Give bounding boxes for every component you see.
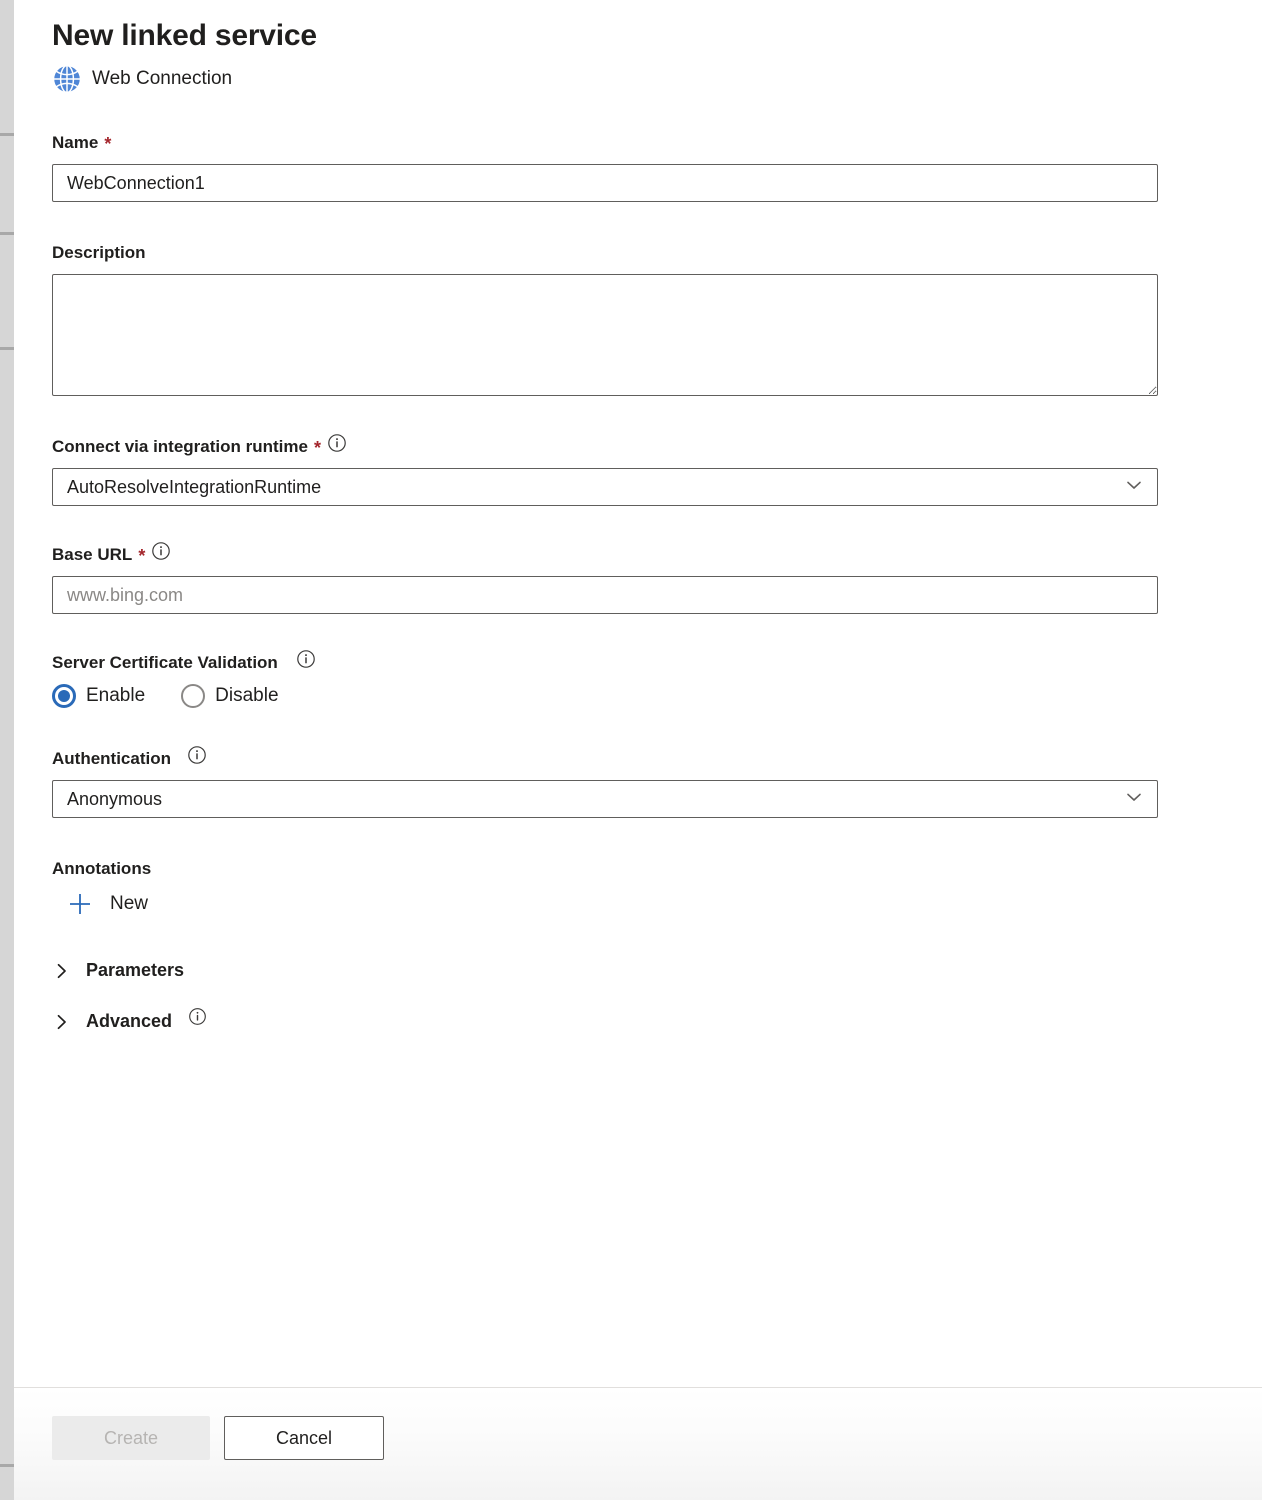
field-description-label-row: Description — [52, 242, 1262, 264]
field-scv-label-row: Server Certificate Validation — [52, 650, 1262, 674]
chevron-right-icon — [52, 961, 72, 981]
scv-radio-group: Enable Disable — [52, 684, 1262, 708]
scv-radio-enable[interactable]: Enable — [52, 684, 145, 708]
chevron-down-icon — [1123, 474, 1145, 501]
scv-radio-enable-label: Enable — [86, 685, 146, 706]
info-icon[interactable] — [296, 650, 316, 673]
add-annotation-button[interactable]: New — [66, 890, 148, 918]
radio-indicator — [181, 684, 206, 708]
integration-runtime-value: AutoResolveIntegrationRuntime — [67, 476, 322, 497]
field-name: Name * — [52, 132, 1262, 202]
integration-runtime-select[interactable]: AutoResolveIntegrationRuntime — [52, 468, 1158, 506]
scv-radio-disable[interactable]: Disable — [181, 684, 279, 708]
form-scroll-area: New linked service Web Connection Name *… — [14, 0, 1262, 1387]
chevron-down-icon — [1123, 786, 1145, 813]
new-linked-service-panel: New linked service Web Connection Name *… — [14, 0, 1262, 1500]
panel-edge-tick — [0, 133, 14, 136]
field-server-certificate-validation: Server Certificate Validation Enable Dis… — [52, 650, 1262, 708]
panel-edge-tick — [0, 1464, 14, 1467]
field-annotations-label: Annotations — [52, 859, 152, 878]
info-icon[interactable] — [188, 1008, 207, 1031]
panel-footer: Create Cancel — [14, 1388, 1262, 1500]
section-toggle-parameters[interactable]: Parameters — [52, 960, 184, 981]
field-annotations-label-row: Annotations — [52, 858, 1262, 880]
section-label-advanced: Advanced — [86, 1011, 173, 1031]
create-button[interactable]: Create — [52, 1416, 210, 1460]
authentication-value: Anonymous — [67, 788, 163, 809]
field-integration-runtime: Connect via integration runtime * AutoRe… — [52, 434, 1262, 506]
scv-radio-disable-label: Disable — [215, 685, 279, 706]
info-icon[interactable] — [327, 434, 347, 457]
base-url-input[interactable] — [52, 576, 1158, 614]
info-icon[interactable] — [151, 542, 171, 565]
field-integration-runtime-label: Connect via integration runtime — [52, 437, 308, 456]
field-authentication-label: Authentication — [52, 749, 171, 768]
service-type-label: Web Connection — [92, 68, 233, 89]
required-marker: * — [104, 134, 112, 154]
info-icon[interactable] — [187, 746, 207, 769]
authentication-select[interactable]: Anonymous — [52, 780, 1158, 818]
add-annotation-label: New — [110, 893, 149, 914]
field-name-label-row: Name * — [52, 132, 1262, 154]
adjacent-panel-edge — [0, 0, 14, 1500]
cancel-button[interactable]: Cancel — [224, 1416, 384, 1460]
field-base-url: Base URL * — [52, 542, 1262, 614]
field-authentication-label-row: Authentication — [52, 746, 1262, 770]
field-base-url-label-row: Base URL * — [52, 542, 1262, 566]
section-label-parameters: Parameters — [86, 960, 185, 980]
field-authentication: Authentication Anonymous — [52, 746, 1262, 818]
name-input[interactable] — [52, 164, 1158, 202]
field-description-label: Description — [52, 243, 146, 262]
panel-edge-tick — [0, 347, 14, 350]
section-toggle-advanced[interactable]: Advanced — [52, 1008, 207, 1032]
field-integration-runtime-label-row: Connect via integration runtime * — [52, 434, 1262, 458]
description-textarea[interactable] — [52, 274, 1158, 396]
field-description: Description — [52, 242, 1262, 396]
field-base-url-label: Base URL — [52, 545, 133, 564]
panel-edge-tick — [0, 232, 14, 235]
page-title: New linked service — [52, 19, 317, 52]
field-name-label: Name — [52, 133, 99, 152]
field-annotations: Annotations New — [52, 858, 1262, 918]
chevron-right-icon — [52, 1012, 72, 1032]
required-marker: * — [313, 438, 321, 458]
globe-icon — [52, 64, 82, 94]
required-marker: * — [138, 546, 146, 566]
field-scv-label: Server Certificate Validation — [52, 653, 278, 672]
service-type-row: Web Connection — [52, 64, 1262, 94]
radio-indicator — [52, 684, 76, 708]
plus-icon — [66, 890, 94, 918]
panel-header: New linked service Web Connection — [52, 0, 1262, 94]
